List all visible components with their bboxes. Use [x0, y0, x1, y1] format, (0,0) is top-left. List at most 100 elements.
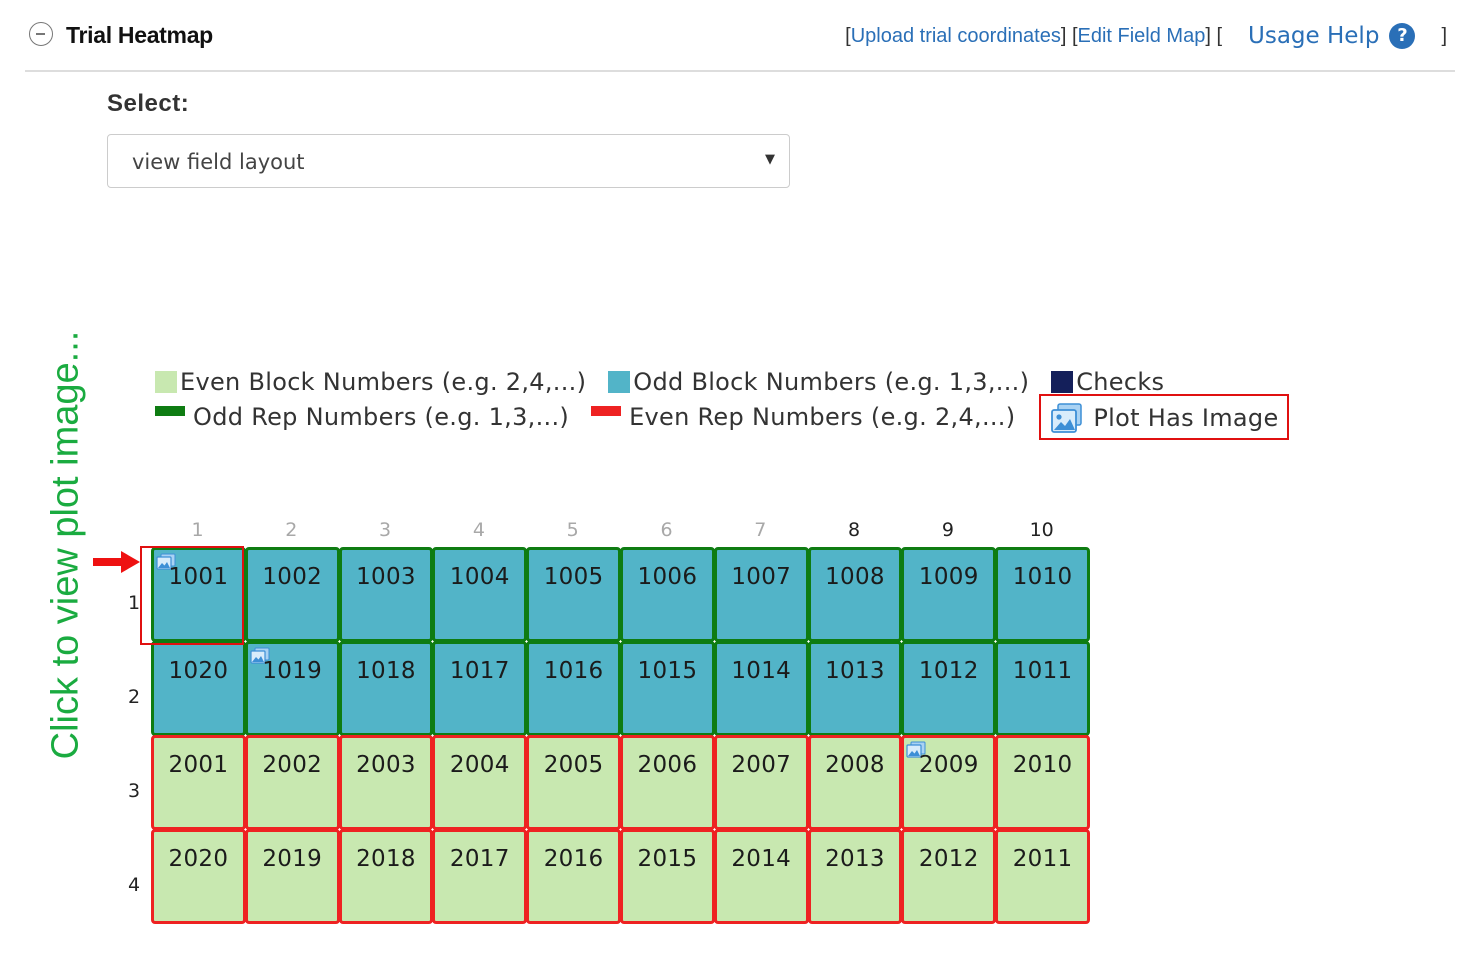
legend-label: Even Block Numbers (e.g. 2,4,...) — [180, 367, 587, 396]
plot-cell[interactable]: 1014 — [713, 641, 809, 736]
plot-cell[interactable]: 2012 — [901, 829, 997, 924]
plot-cell[interactable]: 1008 — [807, 547, 903, 642]
collapse-minus-icon[interactable] — [29, 22, 53, 46]
plot-number: 1013 — [825, 658, 885, 684]
plot-number: 2010 — [1012, 752, 1073, 778]
plot-cell[interactable]: 1016 — [526, 641, 621, 736]
plot-cell[interactable]: 2020 — [151, 829, 246, 924]
plot-cell[interactable]: 1005 — [526, 547, 621, 642]
plot-cell[interactable]: 1017 — [432, 641, 528, 736]
plot-number: 1017 — [449, 658, 510, 684]
plot-number: 1014 — [731, 658, 792, 684]
plot-number: 2019 — [262, 846, 323, 872]
plot-cell[interactable]: 1018 — [338, 641, 434, 736]
plot-number: 2020 — [168, 846, 229, 872]
plot-cell[interactable]: 2005 — [526, 735, 621, 830]
bracket-trailing: ] [ — [1205, 24, 1223, 47]
plot-cell[interactable]: 1010 — [995, 547, 1090, 642]
plot-cell[interactable]: 2004 — [432, 735, 528, 830]
legend-swatch — [155, 405, 185, 416]
plot-number: 2002 — [262, 752, 323, 778]
plot-cell[interactable]: 1015 — [620, 641, 715, 736]
plot-cell[interactable]: 1012 — [901, 641, 997, 736]
plot-cell[interactable]: 2019 — [244, 829, 340, 924]
plot-cell[interactable]: 2010 — [995, 735, 1090, 830]
plot-cell[interactable]: 2013 — [807, 829, 903, 924]
legend-label: Odd Block Numbers (e.g. 1,3,...) — [633, 367, 1030, 396]
plot-number: 1008 — [825, 564, 885, 590]
plot-number: 2013 — [825, 846, 885, 872]
heatmap-legend: Even Block Numbers (e.g. 2,4,...) Odd Blo… — [155, 364, 1289, 440]
plot-cell[interactable]: 2002 — [244, 735, 340, 830]
plot-cell[interactable]: 2009 — [901, 735, 997, 830]
legend-swatch — [155, 370, 177, 393]
caret-down-icon: ▼ — [765, 152, 775, 167]
plot-cell[interactable]: 1003 — [338, 547, 434, 642]
plot-cell[interactable]: 2014 — [713, 829, 809, 924]
header-links: [ Upload trial coordinates ] [ Edit Fiel… — [845, 18, 1447, 54]
view-select-dropdown[interactable]: view field layout ▼ — [107, 134, 790, 188]
plot-cell[interactable]: 2016 — [526, 829, 621, 924]
plot-number: 2014 — [731, 846, 792, 872]
legend-item: Even Rep Numbers (e.g. 2,4,...) — [591, 403, 1015, 431]
plot-number: 1016 — [543, 658, 604, 684]
plot-number: 2016 — [543, 846, 604, 872]
legend-row: Odd Rep Numbers (e.g. 1,3,...) Even Rep N… — [155, 393, 1289, 440]
question-circle-icon[interactable]: ? — [1389, 23, 1416, 49]
picture-icon — [1051, 402, 1083, 433]
plot-cell[interactable]: 2008 — [807, 735, 903, 830]
plot-number: 1005 — [543, 564, 604, 590]
column-number-label: 7 — [754, 519, 767, 541]
plot-number: 1020 — [168, 658, 229, 684]
plot-cell[interactable]: 1020 — [151, 641, 246, 736]
column-number-label: 10 — [1029, 519, 1054, 541]
legend-item-plot-has-image: Plot Has Image — [1039, 393, 1289, 440]
plot-cell[interactable]: 1009 — [901, 547, 997, 642]
plot-number: 1019 — [262, 658, 323, 684]
plot-number: 2017 — [449, 846, 510, 872]
plot-cell[interactable]: 1007 — [713, 547, 809, 642]
legend-swatch — [608, 370, 631, 393]
plot-number: 2006 — [637, 752, 698, 778]
usage-help-label: Usage Help — [1248, 23, 1380, 49]
plot-number: 1009 — [918, 564, 979, 590]
usage-help-link[interactable]: Usage Help ? — [1248, 23, 1416, 49]
plot-cell[interactable]: 2017 — [432, 829, 528, 924]
legend-item: Odd Rep Numbers (e.g. 1,3,...) — [155, 403, 569, 431]
legend-label: Odd Rep Numbers (e.g. 1,3,...) — [193, 402, 570, 431]
plot-number: 1007 — [731, 564, 792, 590]
plot-number: 2011 — [1012, 846, 1073, 872]
plot-cell[interactable]: 2018 — [338, 829, 434, 924]
plot-cell[interactable]: 1019 — [244, 641, 340, 736]
plot-number: 1003 — [356, 564, 416, 590]
legend-label: Checks — [1076, 367, 1165, 396]
plot-cell[interactable]: 2003 — [338, 735, 434, 830]
plot-cell[interactable]: 1001 — [151, 547, 246, 642]
plot-cell[interactable]: 2001 — [151, 735, 246, 830]
plot-number: 2003 — [356, 752, 416, 778]
plot-cell[interactable]: 2006 — [620, 735, 715, 830]
panel-header: Trial Heatmap [ Upload trial coordinates… — [25, 0, 1455, 72]
plot-cell[interactable]: 2011 — [995, 829, 1090, 924]
plot-number: 1006 — [637, 564, 698, 590]
bracket-separator: ] [ — [1060, 24, 1078, 47]
plot-number: 1010 — [1012, 564, 1073, 590]
plot-cell[interactable]: 1011 — [995, 641, 1090, 736]
column-number-label: 8 — [848, 519, 861, 541]
plot-cell[interactable]: 1013 — [807, 641, 903, 736]
plot-number: 2008 — [825, 752, 885, 778]
select-label: Select: — [107, 90, 190, 117]
plot-number: 2018 — [356, 846, 416, 872]
column-number-label: 3 — [379, 519, 392, 541]
plot-cell[interactable]: 2007 — [713, 735, 809, 830]
upload-trial-coordinates-link[interactable]: Upload trial coordinates — [851, 25, 1061, 48]
plot-number: 1012 — [918, 658, 979, 684]
plot-cell[interactable]: 1006 — [620, 547, 715, 642]
plot-cell[interactable]: 2015 — [620, 829, 715, 924]
plot-number: 1015 — [637, 658, 698, 684]
plot-cell[interactable]: 1004 — [432, 547, 528, 642]
plot-cell[interactable]: 1002 — [244, 547, 340, 642]
column-number-label: 5 — [566, 519, 579, 541]
edit-field-map-link[interactable]: Edit Field Map — [1078, 25, 1206, 48]
row-number-label: 3 — [127, 780, 141, 802]
